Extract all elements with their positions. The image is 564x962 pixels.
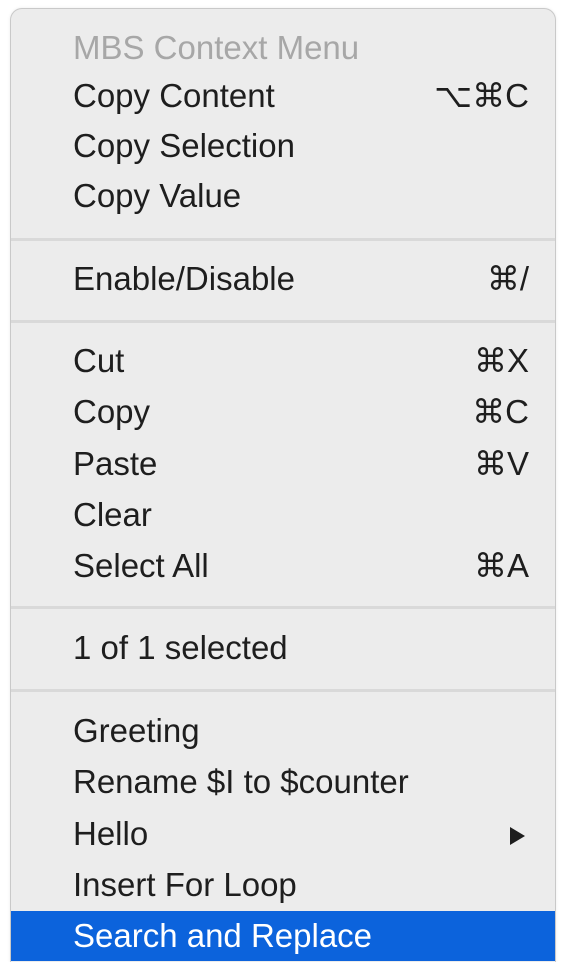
menu-item-greeting[interactable]: Greeting (11, 706, 555, 756)
menu-item-shortcut: ⌥⌘C (434, 77, 529, 114)
menu-item-copy-content[interactable]: Copy Content ⌥⌘C (11, 71, 555, 121)
menu-item-clear[interactable]: Clear (11, 490, 555, 540)
menu-item-label: 1 of 1 selected (73, 629, 288, 666)
menu-item-select-all[interactable]: Select All ⌘A (11, 541, 555, 591)
menu-item-label: Enable/Disable (73, 260, 295, 297)
menu-item-label: Greeting (73, 712, 200, 749)
menu-item-label: Insert For Loop (73, 866, 297, 903)
menu-item-paste[interactable]: Paste ⌘V (11, 439, 555, 489)
menu-separator (11, 606, 555, 609)
menu-item-search-and-replace[interactable]: Search and Replace (11, 911, 555, 961)
menu-item-rename-variable[interactable]: Rename $I to $counter (11, 757, 555, 807)
menu-item-label: Hello (73, 815, 149, 852)
menu-item-insert-for-loop[interactable]: Insert For Loop (11, 860, 555, 910)
menu-item-label: Copy (73, 393, 151, 430)
menu-item-cut[interactable]: Cut ⌘X (11, 336, 555, 386)
menu-item-label: Copy Content (73, 77, 275, 114)
menu-item-label: Paste (73, 445, 158, 482)
menu-item-copy-value[interactable]: Copy Value (11, 171, 555, 221)
menu-separator (11, 689, 555, 692)
menu-item-shortcut: ⌘A (473, 547, 529, 584)
menu-header: MBS Context Menu (11, 23, 555, 73)
menu-header-label: MBS Context Menu (73, 29, 360, 66)
menu-item-shortcut: ⌘/ (486, 260, 529, 297)
menu-item-enable-disable[interactable]: Enable/Disable ⌘/ (11, 254, 555, 304)
menu-separator (11, 238, 555, 241)
menu-item-copy[interactable]: Copy ⌘C (11, 387, 555, 437)
menu-item-copy-selection[interactable]: Copy Selection (11, 121, 555, 171)
menu-item-label: Copy Selection (73, 127, 295, 164)
triangle-right-icon (510, 827, 525, 845)
menu-item-label: Cut (73, 342, 125, 379)
menu-item-label: Search and Replace (73, 917, 373, 954)
menu-item-selection-count: 1 of 1 selected (11, 623, 555, 673)
menu-separator (11, 320, 555, 323)
menu-item-label: Copy Value (73, 177, 242, 214)
menu-item-label: Clear (73, 496, 152, 533)
menu-item-label: Rename $I to $counter (73, 763, 409, 800)
menu-item-hello[interactable]: Hello (11, 809, 555, 859)
menu-item-shortcut: ⌘V (473, 445, 529, 482)
menu-item-label: Select All (73, 547, 209, 584)
menu-item-shortcut: ⌘C (472, 393, 529, 430)
context-menu: MBS Context Menu Copy Content ⌥⌘C Copy S… (10, 8, 556, 962)
menu-item-shortcut: ⌘X (473, 342, 529, 379)
